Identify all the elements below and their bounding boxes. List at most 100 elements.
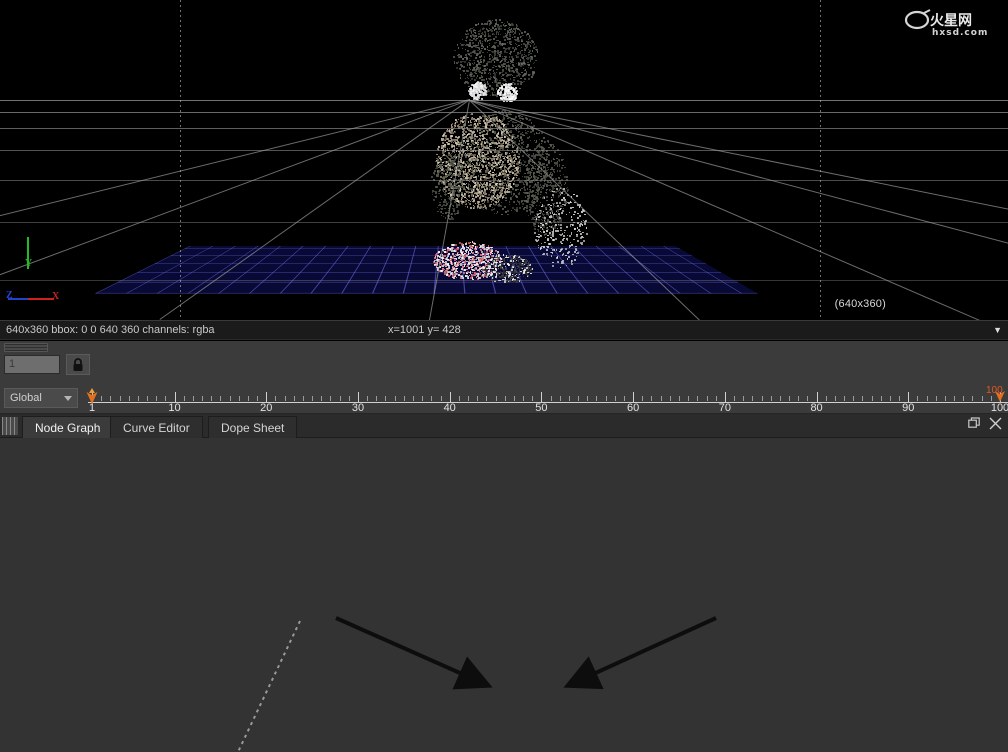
ruler-tick-minor bbox=[862, 396, 864, 401]
ruler-tick-minor bbox=[202, 396, 204, 401]
tab-dope-sheet[interactable]: Dope Sheet bbox=[208, 416, 298, 438]
ruler-tick-minor bbox=[257, 396, 259, 401]
ruler-tick-minor bbox=[458, 396, 460, 401]
timeline-scope-label: Global bbox=[10, 392, 42, 404]
viewport-guide-line bbox=[820, 0, 821, 320]
svg-text:火星网: 火星网 bbox=[930, 13, 972, 29]
timeline-ruler-bar[interactable]: Global 1 10 20 30 40 50 60 70 80 90 100 100 bbox=[0, 385, 1008, 414]
ruler-tick-minor bbox=[834, 396, 836, 401]
ruler-tick-minor bbox=[513, 396, 515, 401]
ruler-tick-label: 70 bbox=[718, 402, 731, 414]
viewport-canvas[interactable] bbox=[0, 0, 1008, 320]
grid-horizontal-line bbox=[0, 180, 1008, 181]
ruler-tick-minor bbox=[220, 396, 222, 401]
ruler-tick-minor bbox=[422, 396, 424, 401]
ruler-tick-minor bbox=[128, 396, 130, 401]
playback-transport-bar: 1 10 bbox=[0, 341, 1008, 716]
ruler-tick-minor bbox=[339, 396, 341, 401]
ruler-tick-label: 80 bbox=[810, 402, 823, 414]
edge-read3-to-positiontopoints bbox=[335, 616, 493, 690]
ruler-tick-minor bbox=[403, 396, 405, 401]
tab-drag-handle[interactable] bbox=[2, 417, 18, 435]
ruler-tick-minor bbox=[532, 396, 534, 401]
ruler-tick-minor bbox=[101, 396, 103, 401]
timeline-scope-select[interactable]: Global bbox=[4, 388, 78, 408]
viewport-resolution-label: (640x360) bbox=[834, 298, 886, 310]
edge-read5-to-positiontopoints bbox=[563, 616, 717, 690]
chevron-down-icon[interactable]: ▼ bbox=[993, 325, 1002, 335]
timeline-ruler[interactable]: 1 10 20 30 40 50 60 70 80 90 100 100 bbox=[85, 385, 1008, 414]
axis-y-label: Y bbox=[25, 258, 33, 269]
ruler-tick-minor bbox=[789, 396, 791, 401]
chevron-down-icon bbox=[64, 396, 72, 401]
node-graph-panel[interactable]: Read3 beauty.exr Read5 position.exr bbox=[0, 438, 1008, 752]
ruler-tick-minor bbox=[642, 396, 644, 401]
ruler-tick-minor bbox=[889, 396, 891, 401]
ruler-tick-minor bbox=[752, 396, 754, 401]
ruler-tick-minor bbox=[734, 396, 736, 401]
ruler-tick-minor bbox=[110, 396, 112, 401]
ruler-tick-minor bbox=[119, 396, 121, 401]
ruler-tick-minor bbox=[954, 396, 956, 401]
ruler-tick-minor bbox=[660, 396, 662, 401]
ruler-tick-minor bbox=[238, 396, 240, 401]
ruler-tick-minor bbox=[688, 396, 690, 401]
ruler-tick-minor bbox=[761, 396, 763, 401]
panel-window-buttons bbox=[968, 417, 1002, 430]
ruler-tick-major bbox=[357, 392, 359, 402]
ruler-tick-minor bbox=[394, 396, 396, 401]
ruler-tick-minor bbox=[348, 396, 350, 401]
ruler-tick-minor bbox=[623, 396, 625, 401]
ruler-tick-minor bbox=[715, 396, 717, 401]
close-icon[interactable] bbox=[989, 417, 1002, 430]
tab-curve-editor[interactable]: Curve Editor bbox=[110, 416, 203, 438]
viewer-status-bar: 640x360 bbox: 0 0 640 360 channels: rgba… bbox=[0, 320, 1008, 340]
ruler-tick-minor bbox=[770, 396, 772, 401]
ruler-tick-minor bbox=[678, 396, 680, 401]
ruler-tick-minor bbox=[825, 396, 827, 401]
ruler-tick-minor bbox=[440, 396, 442, 401]
ruler-tick-minor bbox=[844, 396, 846, 401]
ruler-tick-label: 90 bbox=[902, 402, 915, 414]
ruler-tick-minor bbox=[917, 396, 919, 401]
ruler-tick-minor bbox=[413, 396, 414, 401]
ruler-tick-minor bbox=[211, 396, 213, 401]
ruler-tick-minor bbox=[192, 396, 194, 401]
ruler-axis-line bbox=[88, 402, 1008, 403]
ruler-tick-minor bbox=[495, 396, 497, 401]
playhead-marker[interactable] bbox=[85, 388, 99, 404]
ruler-tick-minor bbox=[972, 396, 974, 401]
ruler-tick-minor bbox=[807, 396, 809, 401]
ruler-tick-major bbox=[633, 392, 635, 402]
lock-icon[interactable] bbox=[66, 354, 90, 375]
current-frame-input[interactable]: 1 bbox=[4, 355, 60, 374]
grid-horizontal-line bbox=[0, 128, 1008, 129]
ruler-tick-minor bbox=[798, 396, 800, 401]
ruler-tick-minor bbox=[247, 396, 249, 401]
ruler-tick-minor bbox=[468, 396, 470, 401]
ruler-tick-minor bbox=[596, 396, 598, 401]
svg-text:hxsd.com: hxsd.com bbox=[932, 28, 988, 38]
ruler-tick-label: 40 bbox=[443, 402, 456, 414]
viewer-3d-panel[interactable]: Y X Z (640x360) 火星网 hxsd.com bbox=[0, 0, 1008, 320]
status-cursor-coords: x=1001 y= 428 bbox=[388, 324, 461, 336]
ruler-tick-minor bbox=[367, 396, 369, 401]
ruler-tick-minor bbox=[229, 396, 231, 401]
panel-drag-handle[interactable] bbox=[4, 343, 48, 352]
panel-tab-bar: Node Graph Curve Editor Dope Sheet bbox=[0, 414, 1008, 438]
ruler-tick-minor bbox=[587, 396, 589, 401]
ruler-tick-minor bbox=[477, 396, 479, 401]
ruler-tick-major bbox=[816, 392, 818, 402]
ruler-tick-label: 100 bbox=[990, 402, 1008, 414]
ruler-tick-minor bbox=[312, 396, 314, 401]
float-panel-icon[interactable] bbox=[968, 417, 981, 430]
ruler-tick-minor bbox=[944, 396, 946, 401]
edge-expression-link bbox=[237, 620, 301, 752]
ruler-tick-label: 20 bbox=[260, 402, 273, 414]
ruler-tick-label: 50 bbox=[535, 402, 548, 414]
tab-node-graph[interactable]: Node Graph bbox=[22, 416, 114, 438]
ruler-tick-label: 60 bbox=[627, 402, 640, 414]
grid-horizontal-line bbox=[0, 222, 1008, 223]
ruler-tick-minor bbox=[981, 396, 983, 401]
axis-x-line bbox=[28, 298, 54, 300]
